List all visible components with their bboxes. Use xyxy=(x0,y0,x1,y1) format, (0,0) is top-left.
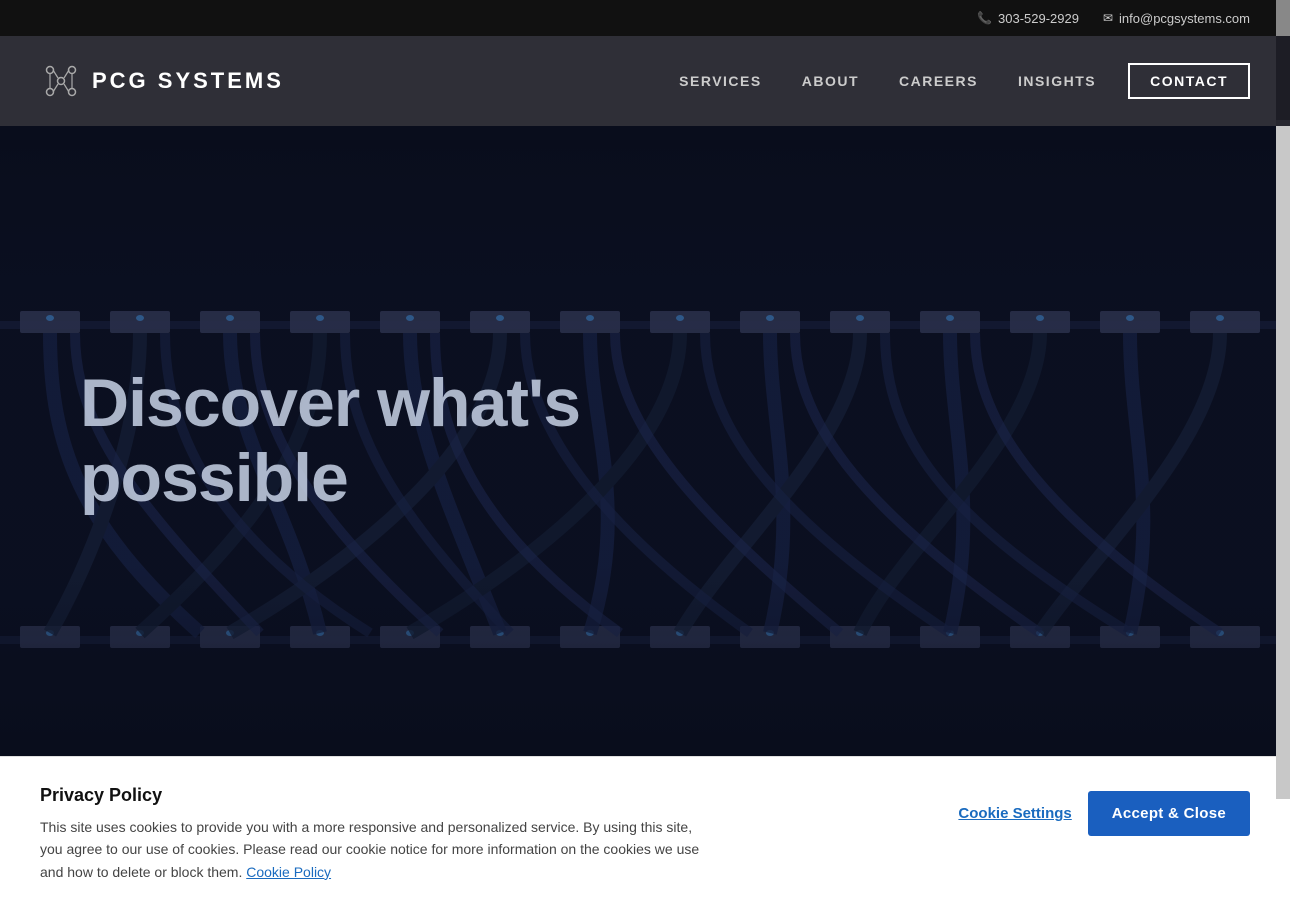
email-link[interactable]: info@pcgsystems.com xyxy=(1119,11,1250,26)
hero-content: Discover what's possible xyxy=(80,366,580,516)
nav-careers[interactable]: CAREERS xyxy=(883,65,994,97)
main-nav: SERVICES ABOUT CAREERS INSIGHTS CONTACT xyxy=(663,63,1250,99)
cookie-settings-button[interactable]: Cookie Settings xyxy=(958,805,1071,822)
cookie-policy-link[interactable]: Cookie Policy xyxy=(246,864,331,880)
phone-info: 📞 303-529-2929 xyxy=(977,11,1079,26)
phone-icon: 📞 xyxy=(977,11,992,25)
cookie-text-block: Privacy Policy This site uses cookies to… xyxy=(40,785,918,883)
logo-icon xyxy=(40,60,82,102)
accept-close-button[interactable]: Accept & Close xyxy=(1088,791,1250,836)
phone-number: 303-529-2929 xyxy=(998,11,1079,26)
cookie-title: Privacy Policy xyxy=(40,785,918,806)
nav-about[interactable]: ABOUT xyxy=(786,65,875,97)
nav-insights[interactable]: INSIGHTS xyxy=(1002,65,1112,97)
hero-title-line1: Discover what's xyxy=(80,365,580,441)
hero-title-line2: possible xyxy=(80,440,348,516)
nav-services[interactable]: SERVICES xyxy=(663,65,778,97)
nav-contact[interactable]: CONTACT xyxy=(1128,63,1250,99)
email-info: ✉ info@pcgsystems.com xyxy=(1103,11,1250,26)
cookie-description: This site uses cookies to provide you wi… xyxy=(40,816,700,883)
site-header: PCG SYSTEMS SERVICES ABOUT CAREERS INSIG… xyxy=(0,36,1290,126)
cookie-banner: Privacy Policy This site uses cookies to… xyxy=(0,756,1290,911)
hero-section: Discover what's possible xyxy=(0,126,1290,756)
logo-text: PCG SYSTEMS xyxy=(92,68,284,94)
cookie-actions: Cookie Settings Accept & Close xyxy=(958,791,1250,836)
hero-title: Discover what's possible xyxy=(80,366,580,516)
logo-link[interactable]: PCG SYSTEMS xyxy=(40,60,284,102)
email-icon: ✉ xyxy=(1103,11,1113,25)
top-bar: 📞 303-529-2929 ✉ info@pcgsystems.com xyxy=(0,0,1290,36)
